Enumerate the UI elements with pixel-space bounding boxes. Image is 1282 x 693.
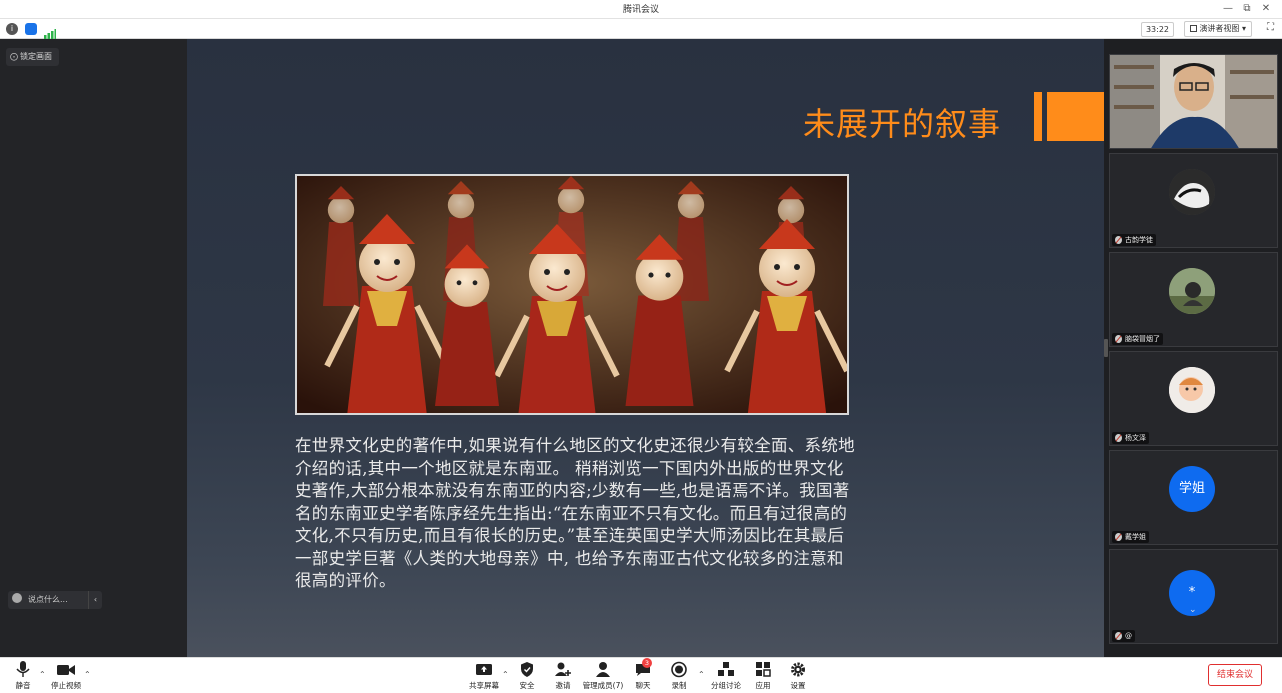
slide-accent-block [1047,92,1104,141]
fullscreen-icon[interactable]: ⛶ [1267,21,1274,35]
chat-unread-badge: 3 [642,658,652,668]
mute-label: 静音 [15,681,31,690]
invite-label: 邀请 [555,681,571,690]
stop-video-button[interactable]: 停止视频 [49,661,83,691]
participant-name: @ [1125,632,1132,640]
slide-body-text: 在世界文化史的著作中,如果说有什么地区的文化史还很少有较全面、系统地介绍的话,其… [295,436,855,590]
signal-icon[interactable] [44,24,56,39]
chevron-up-icon[interactable]: ⌃ [84,670,91,679]
invite-button[interactable]: 邀请 [550,661,576,691]
mic-muted-icon [1115,434,1122,442]
restore-icon[interactable]: ⧉ [1239,1,1255,17]
participants-panel: 古韵学徒 脑袋冒烟了 杨文泽 学姐 戴学姐 * ⌄ @ [1104,39,1282,657]
apps-button[interactable]: 应用 [750,661,776,691]
chevron-up-icon[interactable]: ⌃ [698,670,705,679]
chat-placeholder: 说点什么... [28,595,68,604]
avatar [1169,268,1215,314]
participant-name-tag: 脑袋冒烟了 [1112,333,1163,345]
microphone-icon [16,661,30,677]
participant-tile[interactable]: 学姐 戴学姐 [1109,450,1278,545]
window-title: 腾讯会议 [622,5,659,15]
chat-label: 聊天 [635,681,651,690]
stop-video-label: 停止视频 [51,681,81,690]
breakout-rooms-button[interactable]: 分组讨论 [708,661,744,691]
slide-accent-bar [1034,92,1042,141]
participant-name: 古韵学徒 [1125,236,1153,244]
settings-button[interactable]: 设置 [785,661,811,691]
chevron-down-icon[interactable]: ⌄ [1189,605,1197,615]
shield-icon [521,662,533,677]
gear-icon [791,662,805,677]
info-icon[interactable]: i [6,23,18,35]
title-bar: 腾讯会议 — ⧉ ✕ [0,0,1282,19]
security-button[interactable]: 安全 [514,661,540,691]
meeting-window: 腾讯会议 — ⧉ ✕ i 33:22 演讲者视图 ▾ ⛶ ⨀ 锁定画面 说点什么.… [0,0,1282,693]
shield-icon[interactable] [25,23,37,35]
view-mode-label: 演讲者视图 [1199,24,1240,33]
pin-screen-button[interactable]: ⨀ 锁定画面 [6,48,59,66]
participant-name-tag: 杨文泽 [1112,432,1149,444]
video-camera-icon [57,665,75,675]
record-icon [671,661,687,678]
members-icon [596,662,610,677]
participant-tile[interactable]: 杨文泽 [1109,351,1278,446]
chevron-up-icon[interactable]: ⌃ [502,670,509,679]
settings-label: 设置 [790,681,806,690]
manage-members-label: 管理成员(7) [582,681,624,690]
meeting-info-bar: i 33:22 演讲者视图 ▾ ⛶ [0,19,1282,39]
chat-button[interactable]: 3 聊天 [630,658,656,691]
participant-tile-speaker[interactable] [1109,54,1278,149]
share-screen-icon [476,664,492,675]
apps-icon [756,662,771,677]
minimize-icon[interactable]: — [1220,1,1236,17]
security-label: 安全 [519,681,535,690]
pin-icon: ⨀ [10,52,18,61]
view-mode-button[interactable]: 演讲者视图 ▾ [1184,21,1252,37]
close-icon[interactable]: ✕ [1258,1,1274,17]
mic-muted-icon [1115,335,1122,343]
apps-label: 应用 [755,681,771,690]
manage-members-button[interactable]: 管理成员(7) [582,661,624,691]
participant-tile[interactable]: 古韵学徒 [1109,153,1278,248]
chat-input[interactable]: 说点什么... ‹ [8,591,102,609]
participant-name-tag: @ [1112,630,1135,642]
meeting-timer: 33:22 [1140,22,1174,37]
puppet-photo [295,174,849,415]
avatar [1169,367,1215,413]
breakout-icon [718,662,734,676]
participant-name: 戴学姐 [1125,533,1146,541]
shared-slide: 未展开的叙事 在世界文化史的著作中,如果说有什么地区的文化史还很少有较全面、系统… [187,39,1104,657]
breakout-rooms-label: 分组讨论 [711,681,741,690]
participant-tile[interactable]: * ⌄ @ [1109,549,1278,644]
slide-title: 未展开的叙事 [803,105,1002,143]
grid-icon [1190,25,1198,32]
speaker-video [1110,55,1277,148]
meeting-toolbar: 静音 ⌃ 停止视频 ⌃ 共享屏幕 ⌃ 安全 邀请 管理成员(7) 3 聊天 录制… [0,657,1282,693]
participant-tile[interactable]: 脑袋冒烟了 [1109,252,1278,347]
left-panel: ⨀ 锁定画面 说点什么... ‹ [0,39,187,657]
record-button[interactable]: 录制 [666,661,692,691]
participant-name: 杨文泽 [1125,434,1146,442]
mic-muted-icon [1115,533,1122,541]
end-meeting-button[interactable]: 结束会议 [1208,664,1262,686]
add-user-icon [555,662,571,676]
participant-name: 脑袋冒烟了 [1125,335,1160,343]
mute-button[interactable]: 静音 [10,661,36,691]
mic-muted-icon [1115,236,1122,244]
mic-muted-icon [1115,632,1122,640]
chevron-left-icon[interactable]: ‹ [88,591,102,609]
pin-screen-label: 锁定画面 [20,52,52,61]
panel-resize-handle[interactable] [1104,339,1108,357]
participant-name-tag: 古韵学徒 [1112,234,1156,246]
share-screen-label: 共享屏幕 [469,681,499,690]
chevron-up-icon[interactable]: ⌃ [39,670,46,679]
share-screen-button[interactable]: 共享屏幕 [466,661,502,691]
participant-name-tag: 戴学姐 [1112,531,1149,543]
emoji-icon[interactable] [12,593,22,603]
avatar [1169,169,1215,215]
record-label: 录制 [671,681,687,690]
chevron-down-icon: ▾ [1241,24,1246,33]
avatar: 学姐 [1169,466,1215,512]
